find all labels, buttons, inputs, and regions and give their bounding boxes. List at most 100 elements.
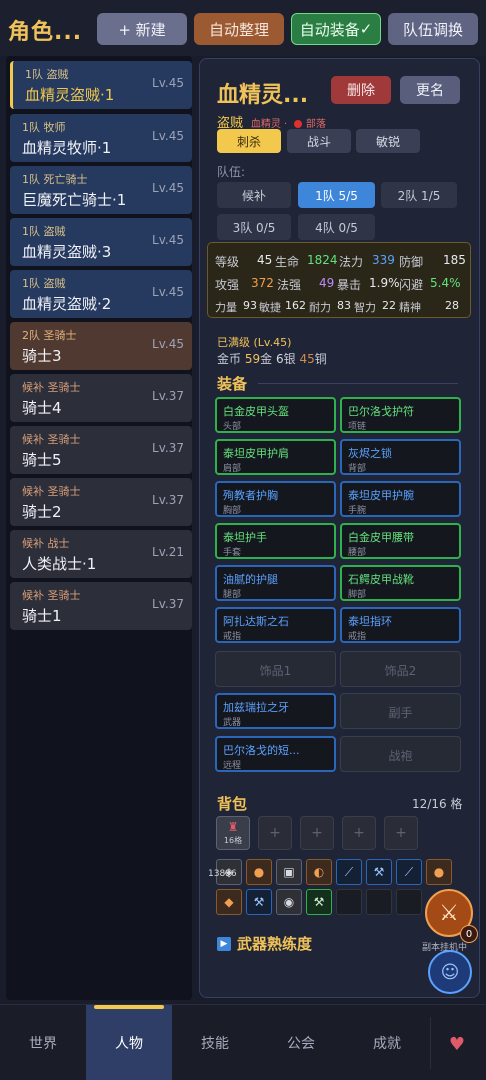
inventory-slot-empty[interactable]: [336, 889, 362, 915]
food-icon: ◐: [313, 865, 325, 879]
delete-button[interactable]: 删除: [331, 76, 391, 104]
heart-icon[interactable]: ♥: [440, 1027, 474, 1061]
new-character-button[interactable]: + 新建: [97, 13, 187, 45]
character-name: 血精灵盗贼·1: [25, 86, 115, 104]
character-item[interactable]: 候补 圣骑士 骑士4 Lv.37: [10, 374, 192, 422]
character-item[interactable]: 1队 死亡骑士 巨魔死亡骑士·1 Lv.45: [10, 166, 192, 214]
team-button-reserve[interactable]: 候补: [217, 182, 291, 208]
bag-slot-add[interactable]: +: [258, 816, 292, 850]
spec-button-assassination[interactable]: 刺杀: [217, 129, 281, 153]
auto-equip-button[interactable]: 自动装备 ✓: [291, 13, 381, 45]
stat-label: 智力: [354, 301, 376, 314]
inventory-item[interactable]: ◆: [216, 889, 242, 915]
equip-slot-chest[interactable]: 殉教者护胸 胸部: [215, 481, 336, 517]
equip-slot-head[interactable]: 白金皮甲头盔 头部: [215, 397, 336, 433]
equip-slot-neck[interactable]: 巴尔洛戈护符 项链: [340, 397, 461, 433]
team-button-2[interactable]: 2队 1/5: [381, 182, 457, 208]
equip-slot-hands[interactable]: 泰坦护手 手套: [215, 523, 336, 559]
inventory-item[interactable]: ●: [426, 859, 452, 885]
team-button-3[interactable]: 3队 0/5: [217, 214, 291, 240]
hammer-icon: ⚒: [373, 865, 385, 879]
stat-label: 精神: [399, 301, 421, 314]
nav-character[interactable]: 人物: [86, 1005, 172, 1080]
bottom-nav: 世界 人物 技能 公会 成就 ♥: [0, 1004, 486, 1080]
equip-slot-legs[interactable]: 油腻的护腿 腿部: [215, 565, 336, 601]
team-button-1[interactable]: 1队 5/5: [298, 182, 375, 208]
avatar-button[interactable]: ☺: [428, 950, 472, 994]
nav-achievements[interactable]: 成就: [344, 1005, 430, 1080]
spec-button-combat[interactable]: 战斗: [287, 129, 351, 153]
spec-button-subtlety[interactable]: 敏锐: [356, 129, 420, 153]
inventory-slot-empty[interactable]: [396, 889, 422, 915]
inventory-item[interactable]: ▣: [276, 859, 302, 885]
equip-slot-feet[interactable]: 石鳄皮甲战靴 脚部: [340, 565, 461, 601]
equip-slot-trinket-2[interactable]: 饰品2: [340, 651, 461, 687]
inventory-item[interactable]: ●: [246, 859, 272, 885]
character-item[interactable]: 1队 牧师 血精灵牧师·1 Lv.45: [10, 114, 192, 162]
bag-slot-add[interactable]: +: [342, 816, 376, 850]
inventory-item[interactable]: ⚒: [246, 889, 272, 915]
auto-sort-button[interactable]: 自动整理: [194, 13, 284, 45]
equip-slot-label: 手套: [223, 548, 242, 558]
equip-name: 饰品2: [384, 664, 417, 678]
character-item[interactable]: 候补 圣骑士 骑士1 Lv.37: [10, 582, 192, 630]
equip-slot-ring-1[interactable]: 阿扎达斯之石 戒指: [215, 607, 336, 643]
equip-name: 灰烬之锁: [348, 447, 392, 460]
equip-slot-ranged[interactable]: 巴尔洛戈的短... 远程: [215, 736, 336, 772]
weapon-mastery-toggle[interactable]: ▶ 武器熟练度: [217, 933, 312, 954]
bag-slot-add[interactable]: +: [384, 816, 418, 850]
character-item[interactable]: 候补 战士 人类战士·1 Lv.21: [10, 530, 192, 578]
character-name: 骑士5: [22, 451, 62, 469]
equip-slot-weapon[interactable]: 加兹瑞拉之牙 武器: [215, 693, 336, 729]
equip-slot-back[interactable]: 灰烬之锁 背部: [340, 439, 461, 475]
character-level: Lv.45: [152, 233, 184, 247]
character-item[interactable]: 候补 圣骑士 骑士2 Lv.37: [10, 478, 192, 526]
inventory-item[interactable]: ⟋: [336, 859, 362, 885]
equip-slot-tabard[interactable]: 战袍: [340, 736, 461, 772]
inventory-item[interactable]: ⟋: [396, 859, 422, 885]
character-item[interactable]: 1队 盗贼 血精灵盗贼·3 Lv.45: [10, 218, 192, 266]
stat-value: 49: [319, 276, 335, 290]
inventory-item[interactable]: ⚒: [366, 859, 392, 885]
stat-label: 耐力: [309, 301, 331, 314]
character-item[interactable]: 1队 盗贼 血精灵盗贼·2 Lv.45: [10, 270, 192, 318]
inventory-item[interactable]: ◉: [276, 889, 302, 915]
team-swap-button[interactable]: 队伍调换: [388, 13, 478, 45]
equip-slot-wrist[interactable]: 泰坦皮甲护腕 手腕: [340, 481, 461, 517]
equip-slot-shoulder[interactable]: 泰坦皮甲护肩 肩部: [215, 439, 336, 475]
bag-capacity-label: 16格: [223, 835, 243, 845]
max-level-label: 已满级 (Lv.45): [217, 336, 292, 349]
equip-slot-offhand[interactable]: 副手: [340, 693, 461, 729]
stat-label: 力量: [215, 301, 237, 314]
rename-button[interactable]: 更名: [400, 76, 460, 104]
nav-guild[interactable]: 公会: [258, 1005, 344, 1080]
bag-count: 12/16 格: [412, 797, 463, 811]
stat-value: 5.4%: [430, 276, 461, 290]
character-item[interactable]: 候补 圣骑士 骑士5 Lv.37: [10, 426, 192, 474]
inventory-item[interactable]: ◐: [306, 859, 332, 885]
stat-label: 法力: [339, 255, 364, 269]
inventory-slot-empty[interactable]: [366, 889, 392, 915]
character-level: Lv.45: [152, 76, 184, 90]
character-item[interactable]: 1队 盗贼 血精灵盗贼·1 Lv.45: [10, 61, 192, 109]
character-title: 血精灵...: [217, 83, 309, 108]
equip-slot-waist[interactable]: 白金皮甲腰带 腰部: [340, 523, 461, 559]
character-level: Lv.37: [152, 597, 184, 611]
bag-slot-1[interactable]: ♜ 16格: [216, 816, 250, 850]
equip-slot-trinket-1[interactable]: 饰品1: [215, 651, 336, 687]
gold-unit: 金: [260, 352, 273, 366]
armor-icon: ▣: [283, 865, 295, 879]
character-item[interactable]: 2队 圣骑士 骑士3 Lv.45: [10, 322, 192, 370]
equip-name: 泰坦指环: [348, 615, 392, 628]
inventory-item[interactable]: ⚒: [306, 889, 332, 915]
character-tag: 候补 圣骑士: [22, 485, 81, 498]
character-tag: 候补 圣骑士: [22, 589, 81, 602]
equip-slot-ring-2[interactable]: 泰坦指环 戒指: [340, 607, 461, 643]
team-button-4[interactable]: 4队 0/5: [298, 214, 375, 240]
character-name: 血精灵盗贼·2: [22, 295, 112, 313]
nav-skills[interactable]: 技能: [172, 1005, 258, 1080]
character-name: 人类战士·1: [22, 555, 97, 573]
bag-slot-add[interactable]: +: [300, 816, 334, 850]
equip-slot-label: 腰部: [348, 548, 367, 558]
nav-world[interactable]: 世界: [0, 1005, 86, 1080]
